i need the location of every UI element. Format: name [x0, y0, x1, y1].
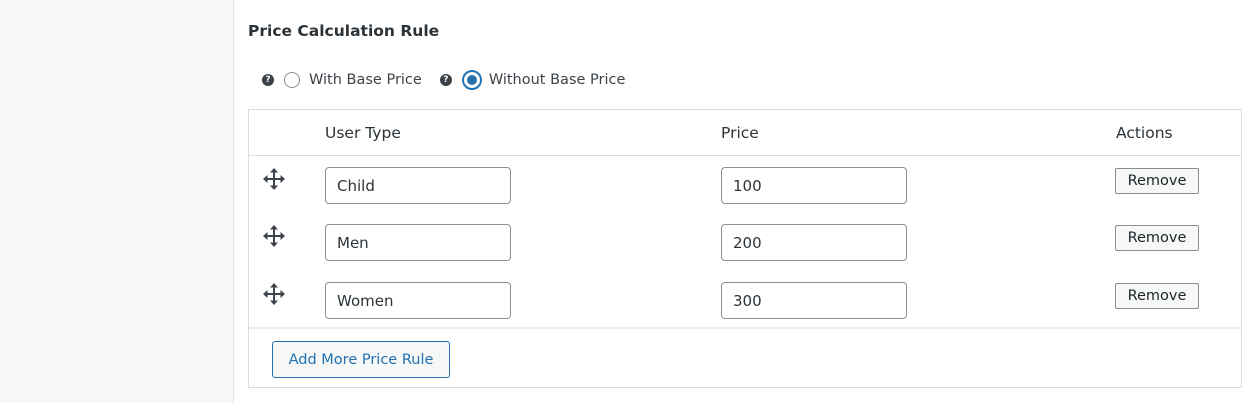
section-title: Price Calculation Rule — [248, 22, 440, 40]
user-type-input[interactable] — [325, 224, 511, 261]
column-header-user-type: User Type — [325, 124, 401, 142]
table-row: Remove — [249, 224, 1241, 264]
price-input[interactable] — [721, 282, 907, 319]
price-input[interactable] — [721, 224, 907, 261]
column-header-actions: Actions — [1116, 124, 1173, 142]
price-mode-radio-group: ? With Base Price ? Without Base Price — [262, 68, 643, 92]
remove-button[interactable]: Remove — [1115, 225, 1199, 251]
without-base-price-label[interactable]: Without Base Price — [489, 72, 626, 88]
help-icon[interactable]: ? — [262, 74, 274, 86]
user-type-input[interactable] — [325, 167, 511, 204]
table-footer-divider — [249, 327, 1241, 329]
without-base-price-radio[interactable] — [461, 70, 482, 90]
table-header: User Type Price Actions — [249, 110, 1241, 156]
column-header-price: Price — [721, 124, 759, 142]
table-row: Remove — [249, 167, 1241, 207]
add-more-price-rule-button[interactable]: Add More Price Rule — [272, 341, 450, 378]
move-icon[interactable] — [262, 167, 286, 191]
table-row: Remove — [249, 282, 1241, 322]
with-base-price-radio[interactable] — [284, 72, 300, 88]
remove-button[interactable]: Remove — [1115, 283, 1199, 309]
move-icon[interactable] — [262, 224, 286, 248]
price-rules-table: User Type Price Actions Remove — [248, 109, 1242, 388]
price-calculation-panel: Price Calculation Rule ? With Base Price… — [233, 0, 1251, 403]
with-base-price-label[interactable]: With Base Price — [309, 72, 422, 88]
price-input[interactable] — [721, 167, 907, 204]
user-type-input[interactable] — [325, 282, 511, 319]
remove-button[interactable]: Remove — [1115, 168, 1199, 194]
move-icon[interactable] — [262, 282, 286, 306]
help-icon[interactable]: ? — [439, 74, 452, 86]
